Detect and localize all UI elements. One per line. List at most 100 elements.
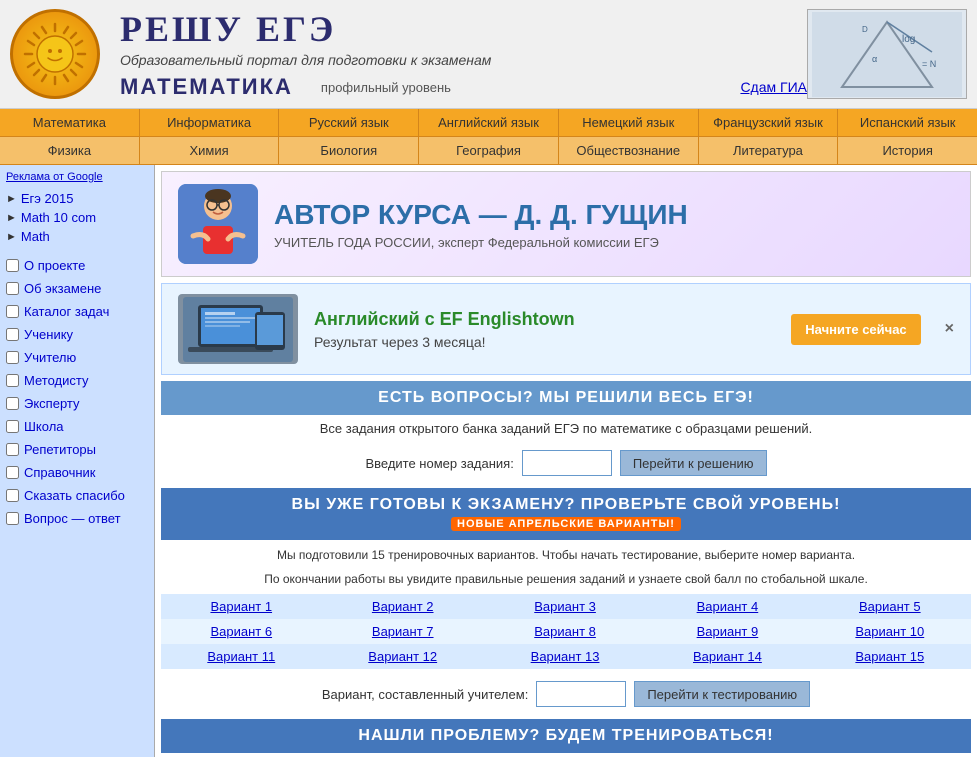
variant-link-2-3[interactable]: Вариант 14 — [693, 649, 762, 664]
sidebar-item-2[interactable]: Каталог задач — [6, 300, 148, 323]
sun-icon — [20, 19, 90, 89]
checkbox-9[interactable] — [6, 466, 19, 479]
ad-banner: Английский с EF Englishtown Результат че… — [161, 283, 971, 375]
nav-biologiya[interactable]: Биология — [279, 137, 419, 164]
author-desc: УЧИТЕЛЬ ГОДА РОССИИ, эксперт Федеральной… — [274, 235, 954, 250]
ad-title: Английский с EF Englishtown — [314, 309, 775, 330]
checkbox-3[interactable] — [6, 328, 19, 341]
task-label: Введите номер задания: — [365, 456, 513, 471]
exam-section-text2: По окончании работы вы увидите правильны… — [161, 570, 971, 594]
variant-link-0-0[interactable]: Вариант 1 — [210, 599, 272, 614]
variant-link-0-1[interactable]: Вариант 2 — [372, 599, 434, 614]
nav-himiya[interactable]: Химия — [140, 137, 280, 164]
ad-button[interactable]: Начните сейчас — [791, 314, 920, 345]
sidebar-item-4[interactable]: Учителю — [6, 346, 148, 369]
nav-fizika[interactable]: Физика — [0, 137, 140, 164]
sidebar-item-6[interactable]: Эксперту — [6, 392, 148, 415]
checkbox-1[interactable] — [6, 282, 19, 295]
svg-text:= N: = N — [922, 59, 936, 69]
arrow-icon-3: ► — [6, 231, 17, 243]
teacher-input-row: Вариант, составленный учителем: Перейти … — [161, 673, 971, 715]
variant-link-2-0[interactable]: Вариант 11 — [207, 649, 275, 664]
checkbox-10[interactable] — [6, 489, 19, 502]
variant-link-0-2[interactable]: Вариант 3 — [534, 599, 596, 614]
sidebar-link-ege2015[interactable]: ► Егэ 2015 — [6, 189, 148, 208]
checkbox-0[interactable] — [6, 259, 19, 272]
variant-link-1-1[interactable]: Вариант 7 — [372, 624, 434, 639]
site-subtitle: Образовательный портал для подготовки к … — [120, 52, 807, 68]
variant-link-1-3[interactable]: Вариант 9 — [697, 624, 759, 639]
sidebar-item-5[interactable]: Методисту — [6, 369, 148, 392]
sidebar-promo-links: ► Егэ 2015 ► Math 10 com ► Math — [6, 189, 148, 246]
go-to-solution-button[interactable]: Перейти к решению — [620, 450, 767, 476]
sidebar-link-label-2: Math 10 com — [21, 210, 96, 225]
variant-link-0-4[interactable]: Вариант 5 — [859, 599, 921, 614]
author-avatar — [178, 184, 258, 264]
sidebar-item-3[interactable]: Ученику — [6, 323, 148, 346]
sidebar-item-9[interactable]: Справочник — [6, 461, 148, 484]
nav-french[interactable]: Французский язык — [699, 109, 839, 136]
nav-informatika[interactable]: Информатика — [140, 109, 280, 136]
variant-link-2-1[interactable]: Вариант 12 — [368, 649, 437, 664]
ad-subtitle: Результат через 3 месяца! — [314, 334, 775, 350]
sidebar-link-math10[interactable]: ► Math 10 com — [6, 208, 148, 227]
author-text: АВТОР КУРСА — Д. Д. ГУЩИН УЧИТЕЛЬ ГОДА Р… — [274, 199, 954, 250]
variant-link-2-2[interactable]: Вариант 13 — [531, 649, 600, 664]
math-level: профильный уровень — [321, 80, 451, 95]
gia-link[interactable]: Сдам ГИА — [740, 79, 807, 95]
svg-text:D: D — [862, 25, 868, 34]
exam-badge: Новые апрельские варианты! — [451, 517, 681, 531]
task-number-input[interactable] — [522, 450, 612, 476]
task-input-row: Введите номер задания: Перейти к решению — [155, 442, 977, 484]
sidebar-item-7[interactable]: Школа — [6, 415, 148, 438]
sidebar-link-math[interactable]: ► Math — [6, 227, 148, 246]
ad-text: Английский с EF Englishtown Результат че… — [314, 309, 775, 350]
exam-header-text: ВЫ УЖЕ ГОТОВЫ К ЭКЗАМЕНУ? ПРОВЕРЬТЕ СВОЙ… — [292, 496, 841, 513]
variant-link-1-2[interactable]: Вариант 8 — [534, 624, 596, 639]
sidebar-item-11[interactable]: Вопрос — ответ — [6, 507, 148, 530]
teacher-variant-input[interactable] — [536, 681, 626, 707]
questions-section-header: ЕСТЬ ВОПРОСЫ? МЫ РЕШИЛИ ВЕСЬ ЕГЭ! — [161, 381, 971, 415]
nav-russian[interactable]: Русский язык — [279, 109, 419, 136]
checkbox-4[interactable] — [6, 351, 19, 364]
variant-link-2-4[interactable]: Вариант 15 — [855, 649, 924, 664]
ad-close-button[interactable]: × — [945, 320, 954, 338]
nav-obshestvo[interactable]: Обществознание — [559, 137, 699, 164]
header-center: РЕШУ ЕГЭ Образовательный портал для подг… — [120, 8, 807, 100]
exam-section-text1: Мы подготовили 15 тренировочных варианто… — [161, 540, 971, 570]
nav-literatura[interactable]: Литература — [699, 137, 839, 164]
sidebar-item-8[interactable]: Репетиторы — [6, 438, 148, 461]
variant-link-0-3[interactable]: Вариант 4 — [697, 599, 759, 614]
nav-german[interactable]: Немецкий язык — [559, 109, 699, 136]
go-to-testing-button[interactable]: Перейти к тестированию — [634, 681, 810, 707]
nav-english[interactable]: Английский язык — [419, 109, 559, 136]
checkbox-2[interactable] — [6, 305, 19, 318]
nav-spanish[interactable]: Испанский язык — [838, 109, 977, 136]
variant-link-1-4[interactable]: Вариант 10 — [855, 624, 924, 639]
nav-matematika[interactable]: Математика — [0, 109, 140, 136]
sidebar-link-label-3: Math — [21, 229, 50, 244]
nav-geografiya[interactable]: География — [419, 137, 559, 164]
checkbox-11[interactable] — [6, 512, 19, 525]
device-illustration — [183, 297, 293, 362]
logo — [10, 9, 100, 99]
arrow-icon-2: ► — [6, 212, 17, 224]
checkbox-7[interactable] — [6, 420, 19, 433]
nav-istoriya[interactable]: История — [838, 137, 977, 164]
arrow-icon-1: ► — [6, 193, 17, 205]
sidebar-ad-label[interactable]: Реклама от Google — [6, 171, 148, 183]
sidebar-item-0[interactable]: О проекте — [6, 254, 148, 277]
variant-link-1-0[interactable]: Вариант 6 — [210, 624, 272, 639]
math-illustration: log α = N D — [812, 12, 962, 97]
checkbox-5[interactable] — [6, 374, 19, 387]
exam-section-header: ВЫ УЖЕ ГОТОВЫ К ЭКЗАМЕНУ? ПРОВЕРЬТЕ СВОЙ… — [161, 488, 971, 540]
sidebar: Реклама от Google ► Егэ 2015 ► Math 10 c… — [0, 165, 155, 757]
header-right-image: log α = N D — [807, 9, 967, 99]
sidebar-item-1[interactable]: Об экзамене — [6, 277, 148, 300]
header-math-row: МАТЕМАТИКА профильный уровень Сдам ГИА — [120, 74, 807, 100]
sidebar-link-label-1: Егэ 2015 — [21, 191, 74, 206]
checkbox-8[interactable] — [6, 443, 19, 456]
checkbox-6[interactable] — [6, 397, 19, 410]
sidebar-item-10[interactable]: Сказать спасибо — [6, 484, 148, 507]
nav-bar-2: Физика Химия Биология География Общество… — [0, 137, 977, 165]
